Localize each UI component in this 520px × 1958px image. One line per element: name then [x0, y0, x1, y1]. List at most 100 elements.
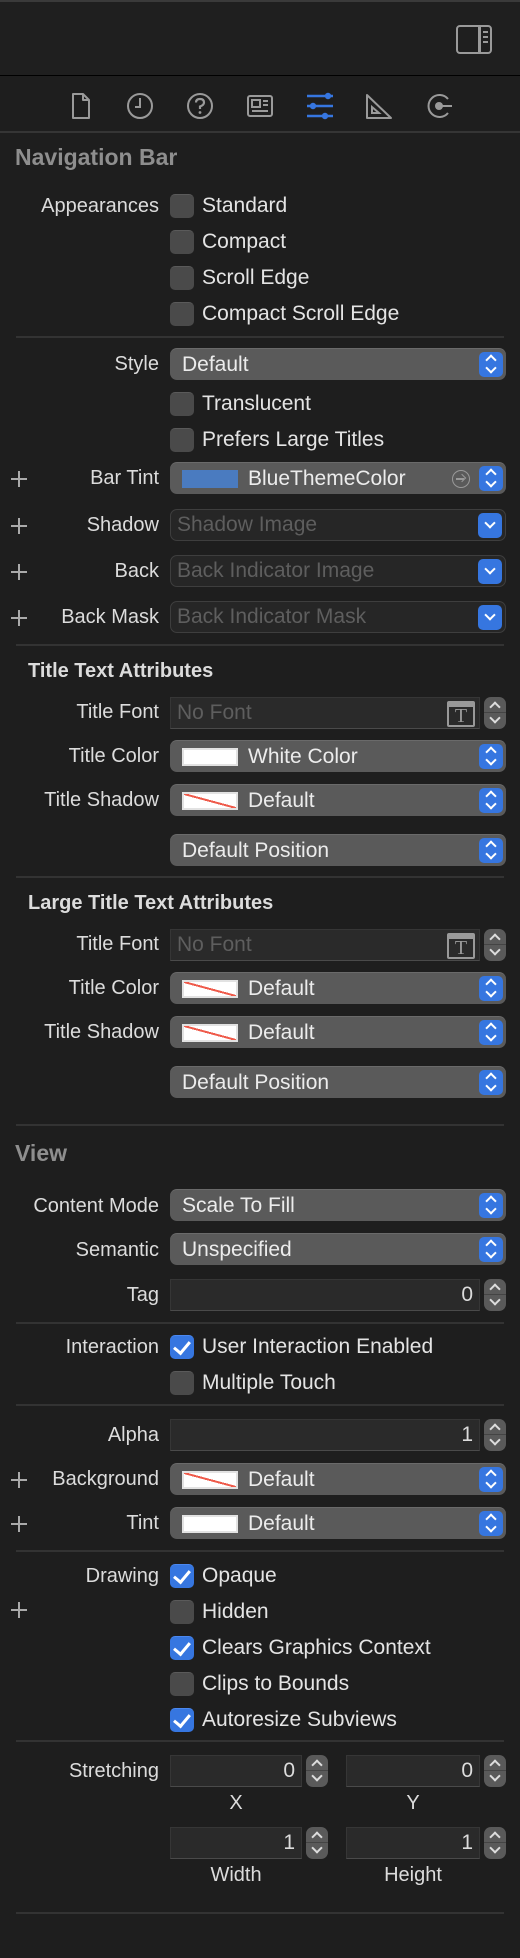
inspector-panel-icon[interactable]	[456, 25, 492, 54]
checkbox-compact[interactable]: Compact	[170, 229, 286, 255]
add-variation-bar-tint-icon[interactable]	[10, 470, 28, 488]
checkbox-box[interactable]	[170, 194, 194, 218]
checkbox-scroll-edge[interactable]: Scroll Edge	[170, 265, 309, 291]
checkbox-translucent[interactable]: Translucent	[170, 391, 311, 417]
updown-arrows-icon	[479, 1020, 503, 1045]
back-indicator-mask-combo[interactable]: Back Indicator Mask	[170, 601, 506, 633]
semantic-popup[interactable]: Unspecified	[170, 1233, 506, 1265]
chevron-down-icon[interactable]	[478, 605, 502, 630]
alpha-stepper[interactable]	[484, 1419, 506, 1451]
checkbox-prefers-large-titles[interactable]: Prefers Large Titles	[170, 427, 384, 453]
font-picker-icon[interactable]: T	[447, 933, 475, 959]
add-variation-tint-icon[interactable]	[10, 1515, 28, 1533]
shadow-image-combo[interactable]: Shadow Image	[170, 509, 506, 541]
tab-history-inspector[interactable]	[125, 91, 155, 121]
semantic-label: Semantic	[75, 1239, 159, 1261]
stretching-y-field[interactable]: 0	[346, 1755, 480, 1787]
shadow-label: Shadow	[86, 514, 159, 536]
checkbox-box[interactable]	[170, 302, 194, 326]
divider	[16, 1550, 504, 1552]
checkbox-opaque[interactable]: Opaque	[170, 1563, 277, 1589]
content-mode-popup[interactable]: Scale To Fill	[170, 1189, 506, 1221]
checkbox-box[interactable]	[170, 1708, 194, 1732]
style-popup[interactable]: Default	[170, 348, 506, 380]
checkbox-box[interactable]	[170, 266, 194, 290]
stretching-height-stepper[interactable]	[484, 1827, 506, 1859]
go-arrow-icon[interactable]	[452, 470, 470, 488]
tag-stepper[interactable]	[484, 1279, 506, 1311]
checkbox-autoresize-subviews[interactable]: Autoresize Subviews	[170, 1707, 397, 1733]
chevron-down-icon[interactable]	[478, 513, 502, 538]
alpha-label: Alpha	[107, 1424, 159, 1446]
checkbox-box[interactable]	[170, 1335, 194, 1359]
background-popup[interactable]: Default	[170, 1463, 506, 1495]
checkbox-box[interactable]	[170, 1371, 194, 1395]
large-title-shadow-popup[interactable]: Default	[170, 1016, 506, 1048]
checkbox-label: Scroll Edge	[202, 266, 310, 289]
tab-connections-inspector[interactable]	[425, 91, 455, 121]
large-title-font-size-stepper[interactable]	[484, 929, 506, 961]
section-title-title-text-attributes: Title Text Attributes	[28, 660, 214, 682]
back-indicator-image-combo[interactable]: Back Indicator Image	[170, 555, 506, 587]
large-title-font-field[interactable]: No Font T	[170, 929, 480, 961]
checkbox-standard[interactable]: Standard	[170, 193, 287, 219]
tint-popup[interactable]: Default	[170, 1507, 506, 1539]
title-font-size-stepper[interactable]	[484, 697, 506, 729]
tag-field[interactable]: 0	[170, 1279, 480, 1311]
updown-arrows-icon	[479, 352, 503, 377]
tab-attributes-inspector[interactable]	[305, 91, 335, 121]
title-shadow-popup[interactable]: Default	[170, 784, 506, 816]
stretching-y-stepper[interactable]	[484, 1755, 506, 1787]
add-variation-back-mask-icon[interactable]	[10, 609, 28, 627]
stretching-height-field[interactable]: 1	[346, 1827, 480, 1859]
checkbox-label: User Interaction Enabled	[202, 1335, 434, 1358]
background-value: Default	[248, 1467, 315, 1491]
checkbox-box[interactable]	[170, 1672, 194, 1696]
divider	[16, 336, 504, 338]
tab-quick-help[interactable]	[185, 91, 215, 121]
title-color-popup[interactable]: White Color	[170, 740, 506, 772]
checkbox-box[interactable]	[170, 230, 194, 254]
stretching-y-value: 0	[461, 1759, 473, 1782]
checkbox-box[interactable]	[170, 1564, 194, 1588]
stretching-width-stepper[interactable]	[306, 1827, 328, 1859]
updown-arrows-icon	[479, 976, 503, 1001]
add-variation-back-icon[interactable]	[10, 563, 28, 581]
large-title-color-popup[interactable]: Default	[170, 972, 506, 1004]
checkbox-label: Autoresize Subviews	[202, 1708, 397, 1731]
checkbox-box[interactable]	[170, 1600, 194, 1624]
bar-tint-popup[interactable]: BlueThemeColor	[170, 462, 506, 494]
add-variation-background-icon[interactable]	[10, 1471, 28, 1489]
alpha-field[interactable]: 1	[170, 1419, 480, 1451]
checkbox-compact-scroll-edge[interactable]: Compact Scroll Edge	[170, 301, 399, 327]
inspector-header	[0, 0, 520, 76]
checkbox-box[interactable]	[170, 392, 194, 416]
checkbox-clips-to-bounds[interactable]: Clips to Bounds	[170, 1671, 349, 1697]
add-variation-hidden-icon[interactable]	[10, 1601, 28, 1619]
checkbox-box[interactable]	[170, 1636, 194, 1660]
checkbox-clears-graphics-context[interactable]: Clears Graphics Context	[170, 1635, 431, 1661]
tab-identity-inspector[interactable]	[245, 91, 275, 121]
drawing-label: Drawing	[85, 1565, 159, 1587]
stretching-x-field[interactable]: 0	[170, 1755, 302, 1787]
checkbox-hidden[interactable]: Hidden	[170, 1599, 269, 1625]
checkbox-user-interaction-enabled[interactable]: User Interaction Enabled	[170, 1334, 433, 1360]
tint-label: Tint	[126, 1512, 159, 1534]
title-shadow-position-popup[interactable]: Default Position	[170, 834, 506, 866]
checkbox-box[interactable]	[170, 428, 194, 452]
chevron-down-icon[interactable]	[478, 559, 502, 584]
large-title-shadow-position-popup[interactable]: Default Position	[170, 1066, 506, 1098]
add-variation-shadow-icon[interactable]	[10, 517, 28, 535]
stretching-x-stepper[interactable]	[306, 1755, 328, 1787]
stretching-height-label: Height	[384, 1864, 442, 1886]
tab-file-inspector[interactable]	[66, 91, 96, 121]
content-mode-label: Content Mode	[33, 1195, 159, 1217]
font-picker-icon[interactable]: T	[447, 701, 475, 727]
stretching-width-field[interactable]: 1	[170, 1827, 302, 1859]
checkbox-label: Clears Graphics Context	[202, 1636, 431, 1659]
large-title-shadow-value: Default	[248, 1020, 315, 1044]
stretching-y-label: Y	[406, 1792, 420, 1814]
title-font-field[interactable]: No Font T	[170, 697, 480, 729]
tab-size-inspector[interactable]	[364, 91, 394, 121]
checkbox-multiple-touch[interactable]: Multiple Touch	[170, 1370, 336, 1396]
